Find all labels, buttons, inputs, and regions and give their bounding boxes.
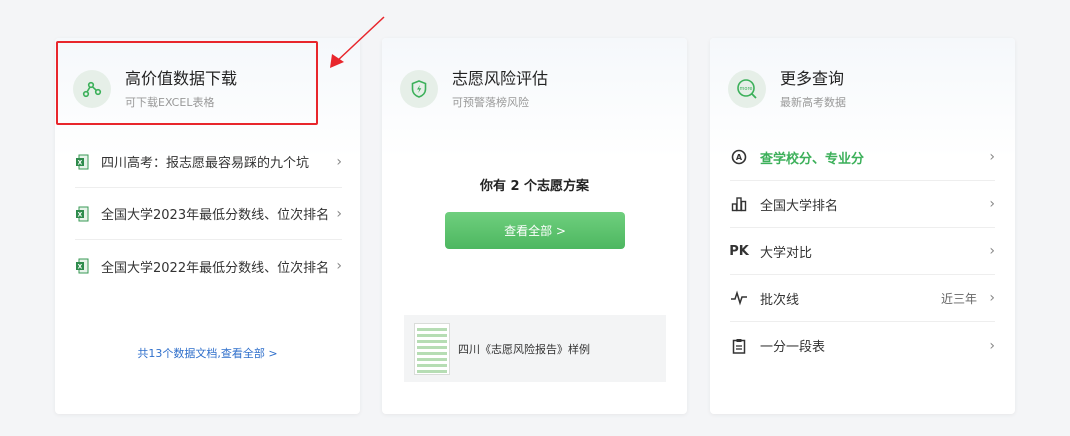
list-item-label: 全国大学2023年最低分数线、位次排名 — [101, 208, 330, 223]
data-download-header[interactable]: 高价值数据下载 可下载EXCEL表格 — [73, 64, 237, 114]
plan-count-text: 你有 2 个志愿方案 — [479, 179, 590, 194]
chevron-right-icon: › — [989, 337, 995, 354]
query-item-label: 全国大学排名 — [760, 198, 839, 214]
svg-text:A: A — [736, 153, 743, 162]
risk-assessment-header[interactable]: 志愿风险评估 可预警落榜风险 — [400, 64, 548, 114]
list-item[interactable]: X 全国大学2023年最低分数线、位次排名 › — [75, 188, 342, 240]
query-item-label: 批次线 — [760, 292, 800, 308]
chevron-right-icon: › — [989, 196, 995, 212]
item-note: 近三年 — [940, 291, 977, 306]
download-list: X 四川高考：报志愿最容易踩的九个坑 › X 全国大学2023年最低分数线、位次… — [75, 136, 342, 292]
list-item[interactable]: X 全国大学2022年最低分数线、位次排名 › — [75, 240, 342, 292]
query-item-label: 大学对比 — [760, 245, 813, 261]
svg-text:X: X — [78, 264, 83, 271]
card-subtitle: 可预警落榜风险 — [452, 96, 529, 109]
school-score-icon: A — [730, 148, 748, 166]
chevron-right-icon: › — [989, 290, 995, 306]
more-queries-header[interactable]: more 更多查询 最新高考数据 — [728, 64, 846, 114]
card-subtitle: 可下载EXCEL表格 — [125, 96, 215, 109]
query-item-label: 查学校分、专业分 — [760, 151, 865, 167]
risk-report-sample[interactable]: 四川《志愿风险报告》样例 — [404, 315, 666, 382]
chevron-right-icon: › — [989, 243, 995, 259]
magnifier-more-icon: more — [728, 70, 766, 108]
shield-bolt-icon — [400, 70, 438, 108]
query-item-batch-line[interactable]: 批次线 近三年 › — [730, 275, 995, 322]
list-item-label: 全国大学2022年最低分数线、位次排名 — [101, 260, 330, 276]
chevron-right-icon: › — [336, 258, 342, 274]
view-all-button[interactable]: 查看全部 > — [445, 212, 625, 249]
chevron-right-icon: › — [989, 149, 995, 165]
more-queries-card: more 更多查询 最新高考数据 A 查学校分、专业分 › 全国大学排名 › P… — [710, 38, 1015, 414]
query-item-label: 一分一段表 — [760, 340, 826, 355]
card-subtitle: 最新高考数据 — [780, 96, 846, 109]
excel-file-icon: X — [76, 206, 89, 221]
query-list: A 查学校分、专业分 › 全国大学排名 › PK 大学对比 › 批次线 近三年 … — [729, 134, 995, 369]
list-item-label: 四川高考：报志愿最容易踩的九个坑 — [101, 156, 310, 171]
card-title: 志愿风险评估 — [452, 69, 549, 88]
query-item-compare[interactable]: PK 大学对比 › — [729, 228, 995, 275]
share-nodes-icon — [73, 70, 111, 108]
card-title: 更多查询 — [780, 69, 845, 88]
ranking-icon — [730, 195, 748, 213]
list-item[interactable]: X 四川高考：报志愿最容易踩的九个坑 › — [75, 136, 342, 188]
svg-text:X: X — [78, 159, 83, 166]
card-title: 高价值数据下载 — [125, 69, 238, 88]
chevron-right-icon: › — [336, 153, 342, 170]
more-icon-text: more — [740, 86, 753, 92]
report-thumbnail-icon — [414, 322, 450, 375]
clipboard-icon — [730, 337, 748, 355]
view-all-documents-link[interactable]: 共13个数据文档,查看全部 > — [55, 345, 360, 361]
query-item-score-table[interactable]: 一分一段表 › — [730, 322, 995, 369]
query-item-ranking[interactable]: 全国大学排名 › — [730, 181, 995, 228]
data-download-card: 高价值数据下载 可下载EXCEL表格 X 四川高考：报志愿最容易踩的九个坑 › … — [55, 38, 360, 414]
svg-text:X: X — [78, 211, 83, 218]
query-item-school-score[interactable]: A 查学校分、专业分 › — [730, 134, 995, 181]
excel-file-icon: X — [76, 154, 89, 169]
pk-icon: PK — [729, 243, 749, 259]
risk-assessment-card: 志愿风险评估 可预警落榜风险 你有 2 个志愿方案 查看全部 > 四川《志愿风险… — [382, 38, 687, 414]
report-label: 四川《志愿风险报告》样例 — [458, 342, 590, 356]
excel-file-icon: X — [76, 258, 89, 274]
pulse-icon — [730, 289, 748, 307]
chevron-right-icon: › — [336, 205, 342, 222]
